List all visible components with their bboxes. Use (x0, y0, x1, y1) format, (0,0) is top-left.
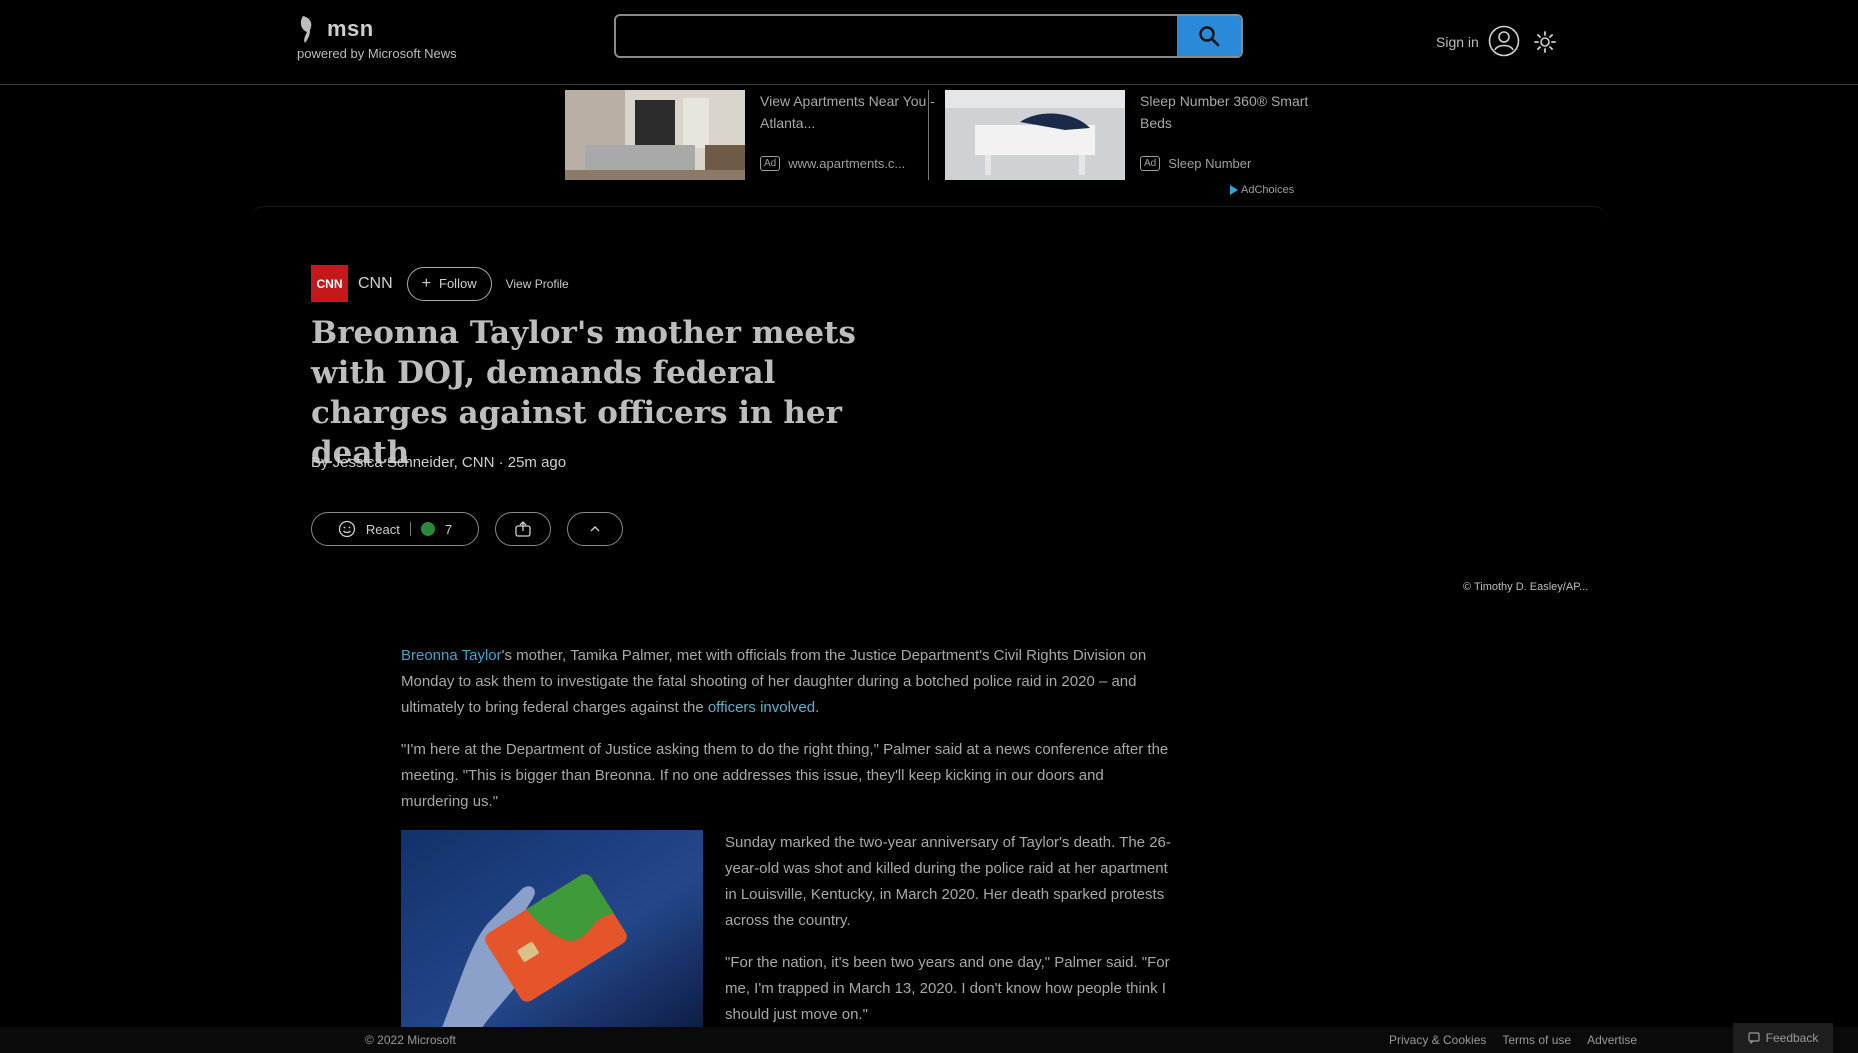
smiley-icon (338, 520, 356, 538)
ad-strip: View Apartments Near You - Atlanta... Ad… (565, 90, 1308, 202)
inline-article-image (401, 830, 703, 1030)
ad-source: www.apartments.c... (788, 156, 906, 171)
cnn-logo[interactable]: CNN (311, 265, 348, 302)
ad-badge: Ad (760, 156, 781, 171)
search-icon (1199, 26, 1220, 47)
sign-in-link[interactable]: Sign in (1436, 34, 1479, 50)
article-actions: React 7 (311, 512, 623, 546)
reaction-emoji-icon (420, 522, 435, 536)
logo-wordmark: msn (327, 16, 374, 41)
article-byline: By Jessica Schneider, CNN · 25m ago (311, 454, 567, 471)
react-label: React (365, 521, 400, 537)
powered-by-text: powered by Microsoft News (297, 46, 457, 61)
privacy-link[interactable]: Privacy & Cookies (1389, 1033, 1486, 1047)
copyright: © 2022 Microsoft (365, 1033, 456, 1047)
feedback-icon (1748, 1032, 1760, 1044)
wrapped-text: Sunday marked the two-year anniversary o… (725, 830, 1175, 1044)
search-button[interactable] (1177, 16, 1241, 56)
search-input[interactable] (616, 16, 1176, 56)
gear-icon[interactable] (1533, 30, 1557, 54)
paragraph: "For the nation, it's been two years and… (725, 954, 1170, 1023)
ad-card-apartments[interactable]: View Apartments Near You - Atlanta... Ad… (565, 90, 935, 180)
photo-credit: © Timothy D. Easley/AP... (1463, 581, 1589, 593)
ad-card-sleep-number[interactable]: Sleep Number 360® Smart Beds Ad Sleep Nu… (945, 90, 1308, 180)
ad-image-apartment (565, 90, 745, 180)
more-button[interactable] (567, 512, 623, 546)
follow-label: Follow (439, 276, 477, 291)
adchoices-label: AdChoices (1241, 184, 1295, 196)
paragraph: Breonna Taylor's mother, Tamika Palmer, … (401, 643, 1171, 721)
user-avatar-icon[interactable] (1488, 25, 1520, 57)
paragraph: Sunday marked the two-year anniversary o… (725, 834, 1171, 929)
feedback-label: Feedback (1765, 1031, 1819, 1045)
terms-link[interactable]: Terms of use (1502, 1033, 1571, 1047)
search-box (614, 14, 1243, 58)
msn-logo[interactable]: msn powered by Microsoft News (297, 14, 457, 61)
feedback-button[interactable]: Feedback (1733, 1023, 1833, 1053)
plus-icon: + (421, 274, 432, 292)
article-source: CNN CNN + Follow View Profile (311, 265, 569, 302)
paragraph-end: . (815, 699, 820, 716)
ad-title: View Apartments Near You - Atlanta... (760, 93, 935, 131)
footer-links: Privacy & Cookies Terms of use Advertise (1389, 1033, 1637, 1047)
paragraph: "I'm here at the Department of Justice a… (401, 741, 1169, 810)
ad-image-bed (945, 90, 1125, 180)
article-body: Breonna Taylor's mother, Tamika Palmer, … (401, 643, 1171, 831)
advertise-link[interactable]: Advertise (1587, 1033, 1637, 1047)
chevron-up-icon (590, 526, 600, 532)
officers-involved-link[interactable]: officers involved (708, 699, 815, 716)
breonna-taylor-link[interactable]: Breonna Taylor (401, 647, 502, 664)
ad-title: Sleep Number 360® Smart Beds (1140, 93, 1309, 131)
butterfly-icon (300, 16, 312, 43)
view-profile-link[interactable]: View Profile (506, 277, 569, 291)
ad-badge: Ad (1140, 156, 1161, 171)
article-headline: Breonna Taylor's mother meets with DOJ, … (311, 315, 856, 471)
source-name[interactable]: CNN (358, 275, 393, 293)
top-bar: msn powered by Microsoft News Sign in (0, 0, 1858, 85)
divider (409, 522, 411, 536)
share-button[interactable] (495, 512, 551, 546)
reaction-count: 7 (444, 521, 453, 537)
ad-source: Sleep Number (1168, 156, 1252, 171)
react-button[interactable]: React 7 (311, 512, 479, 546)
follow-button[interactable]: + Follow (406, 266, 492, 301)
footer: © 2022 Microsoft Privacy & Cookies Terms… (0, 1027, 1858, 1053)
adchoices-icon (1230, 185, 1238, 195)
adchoices-link[interactable]: AdChoices (1230, 184, 1294, 196)
share-icon (515, 521, 531, 537)
ad-divider (928, 90, 929, 180)
